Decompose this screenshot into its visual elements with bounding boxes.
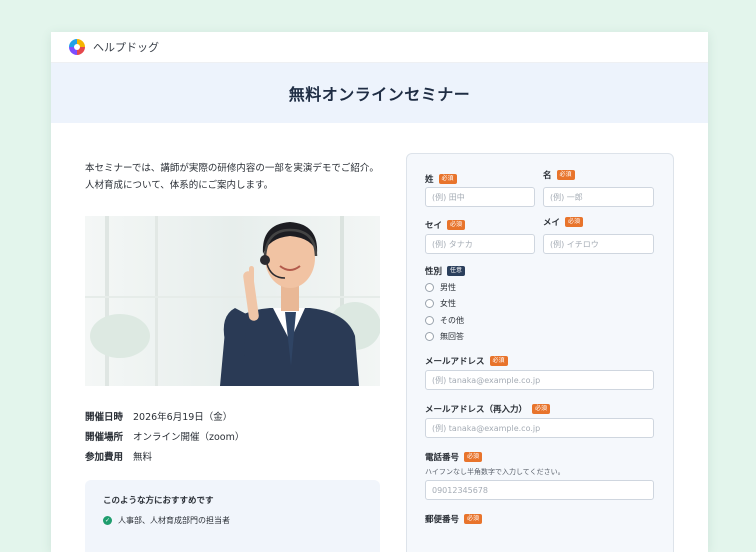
info-row-fee: 参加費用 無料 <box>85 446 380 466</box>
field-label-text: 郵便番号 <box>425 515 460 525</box>
field-label-text: 姓 <box>425 175 434 185</box>
info-row-location: 開催場所 オンライン開催（zoom） <box>85 426 380 446</box>
required-badge: 必須 <box>532 404 551 414</box>
zip-label: 郵便番号 必須 <box>425 513 483 525</box>
email-confirm-label: メールアドレス（再入力） 必須 <box>425 403 551 415</box>
radio-circle[interactable] <box>425 332 434 341</box>
phone-label: 電話番号 必須 <box>425 451 483 463</box>
check-icon: ✓ <box>103 516 112 525</box>
field-label-text: 性別 <box>425 267 443 277</box>
required-badge: 必須 <box>556 170 575 180</box>
required-badge: 必須 <box>464 514 483 524</box>
optional-badge: 任意 <box>447 266 466 276</box>
mei-kana-label: メイ 必須 <box>543 216 584 228</box>
radio-circle[interactable] <box>425 283 434 292</box>
info-value: オンライン開催（zoom） <box>133 432 245 443</box>
sei-kana-input[interactable]: (例) タナカ <box>425 234 535 254</box>
gender-radio-no-answer[interactable]: 無回答 <box>425 331 464 342</box>
radio-label: 無回答 <box>440 332 464 341</box>
page-card: ヘルプドッグ 無料オンラインセミナー 本セミナーでは、講師が実際の研修内容の一部… <box>51 32 708 552</box>
field-label-text: セイ <box>425 221 443 231</box>
phone-input[interactable]: 09012345678 <box>425 480 654 500</box>
recommend-item-text: 人事部、人材育成部門の担当者 <box>118 516 230 525</box>
info-row-datetime: 開催日時 2026年6月19日（金） <box>85 406 380 426</box>
event-info: 開催日時 2026年6月19日（金） 開催場所 オンライン開催（zoom） 参加… <box>85 406 380 466</box>
info-key: 参加費用 <box>85 452 124 463</box>
gender-radio-male[interactable]: 男性 <box>425 282 456 293</box>
intro-text: 本セミナーでは、講師が実際の研修内容の一部を実演デモでご紹介。人材育成について、… <box>85 163 379 191</box>
hero-banner: 無料オンラインセミナー <box>51 63 708 123</box>
required-badge: 必須 <box>464 452 483 462</box>
info-key: 開催場所 <box>85 432 124 443</box>
sei-input[interactable]: (例) 田中 <box>425 187 535 207</box>
phone-hint: ハイフンなし半角数字で入力してください。 <box>425 468 565 476</box>
seminar-details: 本セミナーでは、講師が実際の研修内容の一部を実演デモでご紹介。人材育成について、… <box>85 160 380 552</box>
radio-circle[interactable] <box>425 316 434 325</box>
field-label-text: メールアドレス <box>425 357 485 367</box>
email-label: メールアドレス 必須 <box>425 355 508 367</box>
radio-label: その他 <box>440 316 464 325</box>
field-label-text: メールアドレス（再入力） <box>425 405 528 415</box>
mei-label: 名 必須 <box>543 169 575 181</box>
instructor-photo <box>85 216 380 386</box>
field-label-text: 名 <box>543 171 552 181</box>
radio-label: 男性 <box>440 283 456 292</box>
sei-label: 姓 必須 <box>425 173 457 185</box>
radio-label: 女性 <box>440 299 456 308</box>
gender-label: 性別 任意 <box>425 265 466 277</box>
recommend-item: ✓ 人事部、人材育成部門の担当者 <box>103 515 362 526</box>
email-input[interactable]: (例) tanaka@example.co.jp <box>425 370 654 390</box>
recommend-box: このような方におすすめです ✓ 人事部、人材育成部門の担当者 <box>85 480 380 552</box>
brand-name: ヘルプドッグ <box>93 41 159 54</box>
sei-kana-label: セイ 必須 <box>425 219 466 231</box>
recommend-title: このような方におすすめです <box>103 496 214 506</box>
mei-kana-input[interactable]: (例) イチロウ <box>543 234 654 254</box>
info-key: 開催日時 <box>85 412 124 423</box>
field-label-text: メイ <box>543 218 561 228</box>
page-title: 無料オンラインセミナー <box>288 85 471 104</box>
radio-circle[interactable] <box>425 299 434 308</box>
gender-radio-female[interactable]: 女性 <box>425 298 456 309</box>
required-badge: 必須 <box>565 217 584 227</box>
required-badge: 必須 <box>489 356 508 366</box>
email-confirm-input[interactable]: (例) tanaka@example.co.jp <box>425 418 654 438</box>
gender-radio-other[interactable]: その他 <box>425 315 464 326</box>
required-badge: 必須 <box>447 220 466 230</box>
brand-logo-icon <box>69 39 85 55</box>
field-label-text: 電話番号 <box>425 453 460 463</box>
required-badge: 必須 <box>438 174 457 184</box>
info-value: 2026年6月19日（金） <box>133 412 233 423</box>
registration-form: 姓 必須 (例) 田中 名 必須 (例) 一郎 セイ 必須 (例) タナカ メイ… <box>406 153 674 552</box>
mei-input[interactable]: (例) 一郎 <box>543 187 654 207</box>
brand-bar: ヘルプドッグ <box>51 32 708 63</box>
info-value: 無料 <box>133 452 153 463</box>
instructor-photo-illustration <box>85 216 380 386</box>
